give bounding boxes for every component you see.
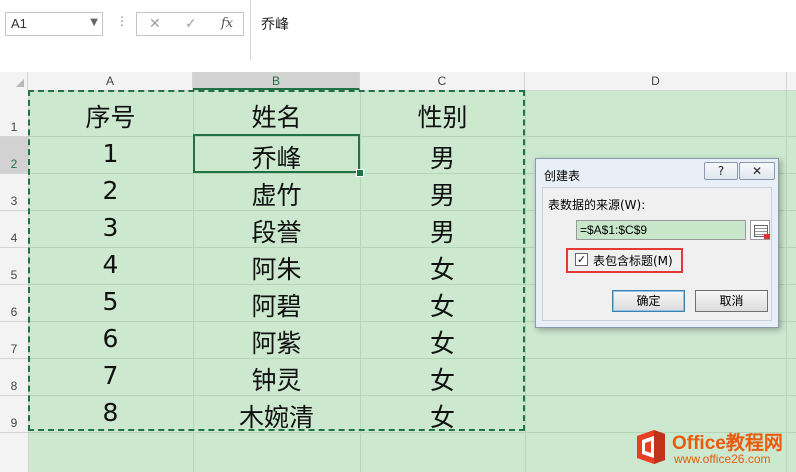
- gridline: [786, 90, 787, 472]
- column-headers: A B C D: [0, 72, 796, 91]
- fx-icon[interactable]: fx: [221, 16, 233, 31]
- headers-checkbox-label[interactable]: 表包含标题(M): [593, 252, 673, 269]
- range-picker-icon: [754, 225, 770, 239]
- row-number: 5: [10, 268, 18, 282]
- row-header-4[interactable]: 4: [0, 211, 28, 248]
- check-icon[interactable]: ✓: [185, 16, 197, 32]
- row-number: 2: [10, 157, 18, 171]
- row-headers: 1 2 3 4 5 6 7 8 9: [0, 90, 29, 472]
- range-picker-button[interactable]: [750, 220, 770, 240]
- source-label: 表数据的来源(W):: [548, 198, 646, 212]
- ok-button[interactable]: 确定: [612, 290, 685, 312]
- range-value: =$A$1:$C$9: [580, 223, 648, 237]
- help-button[interactable]: ?: [704, 162, 738, 180]
- selection-marquee: [28, 90, 525, 431]
- formula-buttons: ✕ ✓ fx: [136, 12, 244, 36]
- column-header-b[interactable]: B: [193, 72, 360, 90]
- headers-checkbox[interactable]: ✓: [575, 253, 588, 266]
- row-header-1[interactable]: 1: [0, 90, 28, 137]
- range-input[interactable]: =$A$1:$C$9: [576, 220, 746, 240]
- row-header-7[interactable]: 7: [0, 322, 28, 359]
- chevron-down-icon[interactable]: ▼: [90, 17, 98, 28]
- row-header-8[interactable]: 8: [0, 359, 28, 396]
- row-header-3[interactable]: 3: [0, 174, 28, 211]
- row-header-9[interactable]: 9: [0, 396, 28, 433]
- row-number: 8: [10, 379, 18, 393]
- row-number: 7: [10, 342, 18, 356]
- watermark-brand: Office教程网: [672, 433, 783, 454]
- office-logo-icon: [637, 430, 665, 464]
- column-header-a[interactable]: A: [28, 72, 193, 90]
- cancel-button[interactable]: 取消: [695, 290, 768, 312]
- create-table-dialog: 创建表 ? ✕ 表数据的来源(W): =$A$1:$C$9 ✓ 表包含标题(M)…: [535, 158, 779, 328]
- dialog-title: 创建表: [544, 169, 581, 183]
- close-button[interactable]: ✕: [739, 162, 775, 180]
- dialog-body: 表数据的来源(W): =$A$1:$C$9 ✓ 表包含标题(M) 确定 取消: [542, 187, 772, 321]
- row-number: 4: [10, 231, 18, 245]
- gridline: [525, 90, 526, 472]
- watermark-url: www.office26.com: [674, 452, 771, 466]
- row-header-5[interactable]: 5: [0, 248, 28, 285]
- row-number: 1: [10, 120, 18, 134]
- select-all-icon: [16, 79, 24, 87]
- select-all-button[interactable]: [0, 72, 28, 90]
- row-number: 9: [10, 416, 18, 430]
- column-header-c[interactable]: C: [360, 72, 525, 90]
- row-header-6[interactable]: 6: [0, 285, 28, 322]
- formula-input[interactable]: 乔峰: [250, 0, 796, 60]
- formula-value: 乔峰: [261, 17, 289, 33]
- column-header-d[interactable]: D: [525, 72, 787, 90]
- row-number: 6: [10, 305, 18, 319]
- row-number: 3: [10, 194, 18, 208]
- formula-bar: A1 ▼ ⋮ ✕ ✓ fx 乔峰: [0, 0, 796, 73]
- watermark: Office教程网 www.office26.com: [634, 424, 796, 472]
- cancel-icon[interactable]: ✕: [149, 16, 161, 32]
- row-header-2[interactable]: 2: [0, 137, 28, 174]
- more-options-icon[interactable]: ⋮: [116, 14, 128, 28]
- name-box[interactable]: A1 ▼: [5, 12, 103, 36]
- name-box-value: A1: [11, 16, 27, 31]
